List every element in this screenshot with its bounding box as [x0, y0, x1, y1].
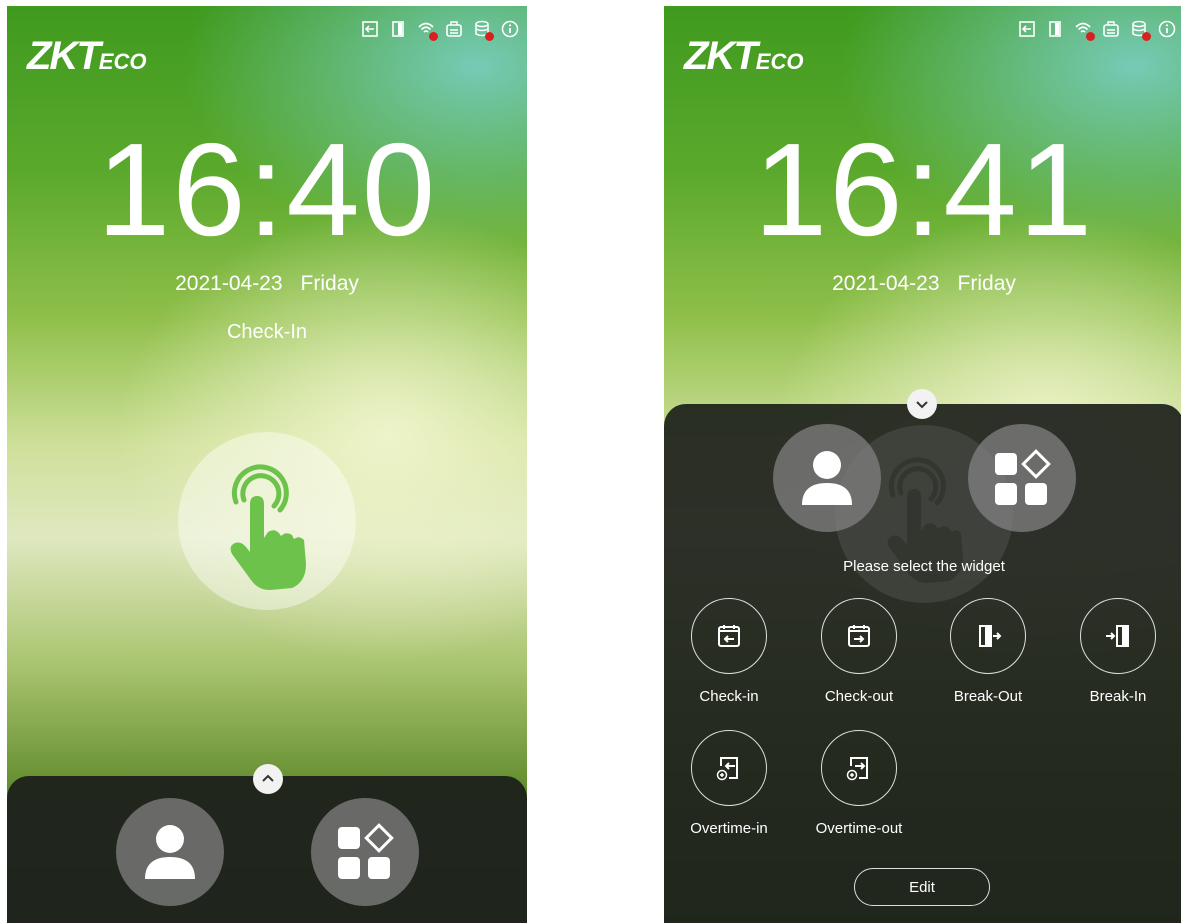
widget-overtime-in[interactable]: Overtime-in: [679, 730, 779, 837]
home-screen: ZKTECO 16:40 2021-04-23 Friday Check-In: [7, 6, 527, 923]
touch-verify-button[interactable]: [178, 432, 356, 610]
user-icon: [145, 825, 195, 879]
network-icon: [1102, 20, 1120, 38]
date-value: 2021-04-23: [832, 272, 940, 295]
user-button[interactable]: [773, 424, 881, 532]
finger-tap-icon: [230, 464, 306, 590]
clock-date: 2021-04-23 Friday: [7, 272, 527, 296]
clock-date: 2021-04-23 Friday: [664, 272, 1181, 296]
weekday-value: Friday: [957, 272, 1016, 295]
break-out-icon: [979, 625, 1002, 647]
widget-hint: Please select the widget: [843, 558, 1005, 575]
check-out-icon: [848, 625, 870, 647]
user-icon: [802, 451, 852, 505]
database-error-icon: [473, 20, 494, 41]
brand-logo: ZKTECO: [27, 34, 147, 78]
network-icon: [445, 20, 463, 38]
widget-break-out[interactable]: Break-Out: [938, 598, 1038, 705]
overtime-in-icon: [716, 757, 738, 781]
edit-button[interactable]: Edit: [854, 868, 990, 906]
app-grid-icon: [995, 449, 1051, 505]
widget-check-in[interactable]: Check-in: [679, 598, 779, 705]
date-value: 2021-04-23: [175, 272, 283, 295]
database-error-icon: [1130, 20, 1151, 41]
check-in-icon: [718, 625, 740, 647]
user-button[interactable]: [116, 798, 224, 906]
info-icon[interactable]: [1158, 20, 1176, 38]
door-icon: [1046, 20, 1064, 38]
expand-up-icon[interactable]: [253, 764, 283, 794]
clock-time: 16:40: [96, 116, 438, 263]
brand-logo: ZKTECO: [684, 34, 804, 78]
menu-button[interactable]: [311, 798, 419, 906]
clock-time: 16:41: [753, 116, 1095, 263]
app-grid-icon: [338, 823, 394, 879]
door-exit-icon: [361, 20, 379, 38]
overtime-out-icon: [846, 757, 868, 781]
widget-screen: ZKTECO 16:41 2021-04-23 Friday Please se…: [664, 6, 1181, 923]
weekday-value: Friday: [300, 272, 359, 295]
wifi-disconnected-icon: [1074, 20, 1095, 41]
info-icon[interactable]: [501, 20, 519, 38]
collapse-down-icon[interactable]: [907, 389, 937, 419]
attendance-state: Check-In: [226, 321, 308, 343]
bottom-shortcut-bar: [7, 776, 527, 923]
widget-check-out[interactable]: Check-out: [809, 598, 909, 705]
status-bar: [361, 20, 519, 41]
widget-break-in[interactable]: Break-In: [1068, 598, 1168, 705]
status-bar: [1018, 20, 1176, 41]
break-in-icon: [1106, 625, 1129, 647]
widget-overtime-out[interactable]: Overtime-out: [809, 730, 909, 837]
menu-button[interactable]: [968, 424, 1076, 532]
door-icon: [389, 20, 407, 38]
wifi-disconnected-icon: [417, 20, 438, 41]
door-exit-icon: [1018, 20, 1036, 38]
